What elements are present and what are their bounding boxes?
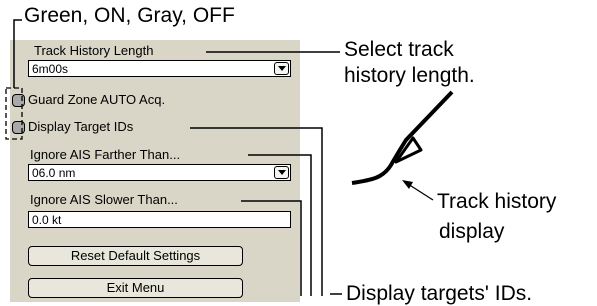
checkbox-legend-leader <box>13 19 22 88</box>
track-history-line <box>351 90 454 185</box>
track-display-annotation-line2: display <box>439 220 505 243</box>
checkbox-bracket <box>5 87 23 140</box>
ignore-slow-leader <box>241 200 302 296</box>
target-ids-leader <box>190 127 323 296</box>
track-display-leader <box>407 183 434 201</box>
track-display-arrowhead <box>402 180 413 189</box>
target-ids-annotation: Display targets' IDs. <box>346 282 533 305</box>
checkbox-legend-annotation: Green, ON, Gray, OFF <box>24 4 235 27</box>
track-select-annotation-line2: history length. <box>344 64 475 87</box>
annotation-lines <box>5 19 454 296</box>
track-select-annotation-line1: Select track <box>344 38 454 61</box>
track-display-annotation-line1: Track history <box>437 190 557 213</box>
